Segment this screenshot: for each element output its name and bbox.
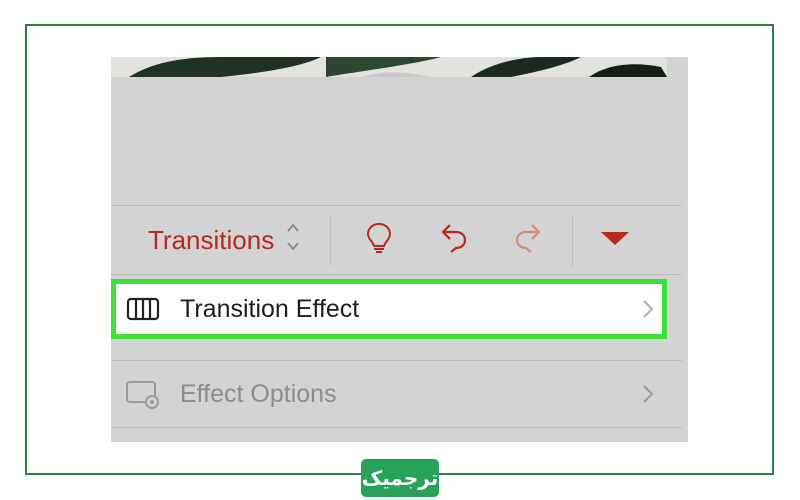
redo-button[interactable] bbox=[508, 220, 548, 260]
effect-options-row[interactable]: Effect Options bbox=[111, 360, 682, 428]
watermark-text: ترجمیک bbox=[361, 466, 439, 490]
chevron-right-icon bbox=[642, 299, 654, 319]
ribbon-tab-selector[interactable]: Transitions bbox=[148, 206, 300, 274]
effect-options-label: Effect Options bbox=[180, 379, 337, 408]
watermark-logo: ترجمیک bbox=[361, 459, 439, 497]
transition-effect-icon bbox=[126, 297, 160, 321]
app-screenshot: Transitions Transition Effect Effect Opt… bbox=[111, 57, 688, 442]
ribbon-toolbar: Transitions bbox=[111, 205, 682, 275]
chevron-up-down-icon bbox=[286, 220, 300, 261]
transition-effect-label: Transition Effect bbox=[180, 294, 360, 323]
collapse-ribbon-button[interactable] bbox=[595, 220, 635, 260]
undo-button[interactable] bbox=[434, 220, 474, 260]
effect-options-icon bbox=[125, 379, 161, 409]
ribbon-tab-label: Transitions bbox=[148, 224, 275, 255]
transition-effect-row[interactable]: Transition Effect bbox=[111, 279, 667, 339]
undo-icon bbox=[439, 221, 469, 260]
lightbulb-button[interactable] bbox=[359, 220, 399, 260]
collapse-triangle-icon bbox=[599, 228, 631, 253]
slide-thumbnail bbox=[111, 57, 667, 77]
chevron-right-icon bbox=[642, 384, 654, 404]
toolbar-separator bbox=[330, 216, 331, 266]
lightbulb-icon bbox=[365, 221, 393, 260]
redo-icon bbox=[513, 221, 543, 260]
toolbar-separator bbox=[572, 216, 573, 266]
